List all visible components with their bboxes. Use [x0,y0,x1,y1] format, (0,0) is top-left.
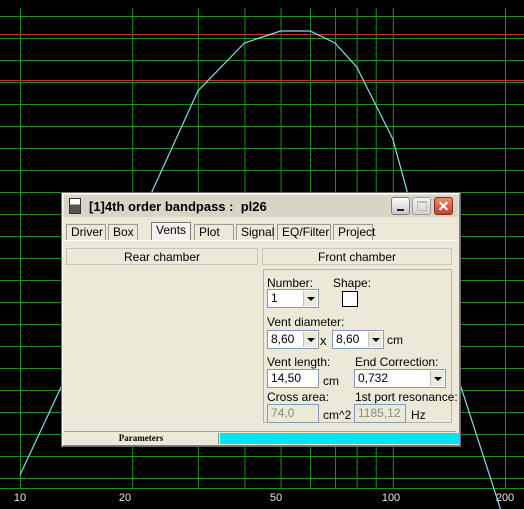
x-tick-200: 200 [495,492,515,504]
vent-diameter-label: Vent diameter: [267,315,345,329]
diameter-unit: cm [387,333,403,347]
window-title: [1]4th order bandpass : pl26 [89,198,267,214]
vents-dialog: [1]4th order bandpass : pl26 Driver Box … [61,192,461,447]
x-tick-10: 10 [13,492,27,504]
port-resonance-field: 1185,12 [354,404,406,423]
cross-area-field: 74,0 [267,404,319,423]
tab-eq-filter[interactable]: EQ/Filter [277,224,331,240]
tab-underline [65,240,457,241]
times-symbol: x [320,333,327,348]
tab-driver[interactable]: Driver [66,224,106,240]
shape-checkbox[interactable] [342,291,358,307]
tab-vents[interactable]: Vents [151,222,191,241]
vent-length-input[interactable]: 14,50 [267,369,319,388]
vent-length-unit: cm [323,374,339,388]
minimize-button[interactable] [391,197,410,215]
chevron-down-icon[interactable] [368,332,382,347]
cross-area-unit: cm^2 [323,408,352,422]
port-resonance-unit: Hz [411,408,426,422]
vent-length-label: Vent length: [267,355,331,369]
maximize-button[interactable] [412,197,431,215]
cross-area-label: Cross area: [267,390,330,404]
tab-signal[interactable]: Signal [236,224,274,240]
x-tick-20: 20 [118,492,132,504]
end-correction-label: End Correction: [355,355,439,369]
diameter1-value: 8,60 [271,332,295,346]
app-icon [69,198,81,214]
number-select[interactable]: 1 [267,289,319,308]
number-label: Number: [267,276,314,290]
chevron-down-icon[interactable] [430,371,444,386]
close-button[interactable] [434,197,453,215]
x-tick-100: 100 [381,492,401,504]
diameter1-select[interactable]: 8,60 [267,330,319,349]
tab-plot[interactable]: Plot [194,224,234,240]
rear-chamber-button[interactable]: Rear chamber [66,248,258,265]
tab-project[interactable]: Project [333,224,375,240]
progress-bar [220,433,460,444]
x-tick-50: 50 [269,492,283,504]
shape-label: Shape: [333,276,372,290]
end-correction-value: 0,732 [358,371,389,385]
number-value: 1 [271,291,278,305]
front-chamber-button[interactable]: Front chamber [262,248,452,265]
tab-box[interactable]: Box [108,224,138,240]
port-resonance-label: 1st port resonance: [355,390,458,404]
diameter2-select[interactable]: 8,60 [332,330,384,349]
end-correction-select[interactable]: 0,732 [354,369,446,388]
status-parameters: Parameters [64,433,219,444]
chevron-down-icon[interactable] [303,291,317,306]
chevron-down-icon[interactable] [303,332,317,347]
status-bar: Parameters [64,431,460,444]
diameter2-value: 8,60 [336,332,360,346]
title-bar[interactable]: [1]4th order bandpass : pl26 [64,195,458,217]
